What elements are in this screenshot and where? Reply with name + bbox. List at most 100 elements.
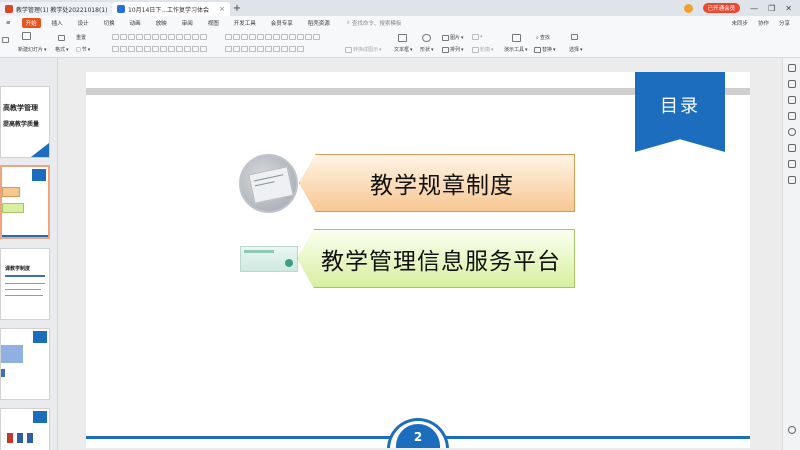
replace-button[interactable]: 替换 ▾ (534, 46, 556, 53)
arrange-button[interactable]: 排列 ▾ (442, 46, 464, 53)
toc-item-platform[interactable]: 教学管理信息服务平台 (297, 229, 575, 288)
design-icon[interactable] (788, 96, 796, 104)
menu-member[interactable]: 会员专享 (267, 18, 297, 28)
thumbnail-ribbon (33, 411, 47, 423)
right-sidebar (782, 58, 800, 450)
thumbnail-image (7, 433, 13, 443)
help-icon[interactable] (788, 128, 796, 136)
toc-item-rules[interactable]: 教学规章制度 (299, 154, 575, 212)
picture-button[interactable]: 图片 ▾ (442, 34, 464, 41)
paste-icon (2, 37, 9, 43)
slide-title[interactable]: 目录 (635, 92, 725, 118)
new-slide-button[interactable]: 新建幻灯片 ▾ (18, 46, 47, 54)
convert-smartart-button[interactable]: 转换成图示 ▾ (345, 46, 382, 53)
search-placeholder: 查找命令、搜索模板 (351, 21, 402, 27)
menu-insert[interactable]: 插入 (48, 18, 67, 28)
shape-icon[interactable] (422, 34, 431, 42)
vip-button[interactable]: 已开通会员 (702, 3, 741, 13)
thumbnail-box (2, 203, 24, 213)
menu-view[interactable]: 视图 (204, 18, 223, 28)
thumbnail-line (5, 283, 45, 284)
animation-pane-icon[interactable] (788, 80, 796, 88)
maximize-icon[interactable]: ❐ (768, 4, 775, 13)
menu-docer[interactable]: 稻壳资源 (304, 18, 334, 28)
section-button[interactable]: □ 节 ▾ (76, 46, 90, 54)
zoom-icon[interactable] (788, 426, 796, 434)
properties-icon[interactable] (788, 64, 796, 72)
location-icon[interactable] (788, 176, 796, 184)
thumbnail-decoration (31, 143, 49, 157)
platform-screenshot-image[interactable] (240, 246, 298, 272)
find-button[interactable]: ⌕ 查找 (536, 34, 550, 42)
tab-bar: 教学管理(1) 教学处20221018(1) × 10月14日下...工作复学习… (0, 0, 800, 16)
ribbon-toolbar: 新建幻灯片 ▾ 格式 ▾ 重置 □ 节 ▾ 转换成图示 ▾ 文本框 ▾ 形状 ▾ 图片 ▾ 排列… (0, 30, 800, 58)
font-controls[interactable] (112, 34, 207, 40)
wps-presentation-icon (5, 5, 13, 13)
sync-status[interactable]: 未同步 (731, 19, 748, 27)
shape-button[interactable]: 形状 ▾ (420, 46, 434, 54)
menu-developer[interactable]: 开发工具 (230, 18, 260, 28)
thumbnail-line (5, 295, 43, 296)
slide-canvas[interactable]: 目录 教学规章制度 教学管理信息服务平台 2 (86, 72, 750, 448)
hamburger-menu-icon[interactable]: ≡ (2, 19, 15, 27)
fill-button[interactable]: ▾ (472, 34, 483, 40)
thumbnail-image (1, 369, 5, 377)
slide-thumbnail-3[interactable]: 课教学制度 (0, 248, 50, 320)
search-icon: ⌕ (536, 34, 539, 41)
new-slide-icon[interactable] (22, 32, 31, 40)
more-icon[interactable] (788, 160, 796, 168)
style-icon[interactable] (788, 112, 796, 120)
collaborate-button[interactable]: 协作 (758, 19, 769, 27)
rules-document-image[interactable] (239, 154, 298, 213)
select-icon[interactable] (571, 34, 578, 40)
avatar[interactable] (683, 3, 693, 13)
textbox-icon[interactable] (398, 34, 407, 42)
search-icon: ⌕ (346, 19, 350, 26)
format-button[interactable]: 格式 ▾ (55, 46, 69, 54)
thumbnail-text: 提高教学质量 (3, 121, 40, 128)
section-icon: □ (76, 46, 81, 53)
paste-button[interactable] (2, 37, 9, 43)
outline-button[interactable]: 轮廓 ▾ (472, 46, 494, 53)
menu-review[interactable]: 审阅 (178, 18, 197, 28)
reset-button[interactable]: 重置 (76, 34, 86, 41)
minimize-icon[interactable]: — (750, 4, 758, 13)
menu-start[interactable]: 开始 (21, 18, 41, 28)
document-tab-2[interactable]: 10月14日下...工作复学习体会 × (112, 2, 230, 16)
menu-design[interactable]: 设计 (74, 18, 93, 28)
thumbnail-text: 课教学制度 (5, 266, 31, 272)
font-format-controls[interactable] (112, 46, 207, 52)
thumbnail-image (27, 433, 33, 443)
thumbnail-box (2, 187, 20, 197)
wps-writer-icon (117, 5, 125, 13)
format-icon[interactable] (58, 35, 65, 41)
settings-icon[interactable] (788, 144, 796, 152)
new-tab-button[interactable]: + (230, 3, 244, 14)
slide-thumbnail-panel[interactable]: 高教学管理 提高教学质量 课教学制度 (0, 58, 58, 450)
textbox-button[interactable]: 文本框 ▾ (394, 46, 413, 54)
menu-animation[interactable]: 动画 (126, 18, 145, 28)
window-controls: 已开通会员 — ❐ ✕ (683, 3, 800, 13)
share-button[interactable]: 分享 (779, 19, 790, 27)
thumbnail-line (2, 235, 48, 237)
paragraph-controls[interactable] (225, 34, 320, 40)
select-button[interactable]: 选择 ▾ (569, 46, 583, 54)
thumbnail-image (1, 345, 23, 363)
slide-thumbnail-5[interactable] (0, 408, 50, 450)
command-search[interactable]: ⌕ 查找命令、搜索模板 (346, 19, 402, 28)
close-window-icon[interactable]: ✕ (785, 4, 792, 13)
presenter-tools-icon[interactable] (512, 34, 521, 42)
menu-transition[interactable]: 切换 (100, 18, 119, 28)
menu-slideshow[interactable]: 放映 (152, 18, 171, 28)
thumbnail-image (17, 433, 23, 443)
presenter-tools-button[interactable]: 演示工具 ▾ (504, 46, 528, 54)
tab-label: 10月14日下...工作复学习体会 (128, 6, 209, 14)
thumbnail-line (5, 289, 41, 290)
close-icon[interactable]: × (219, 5, 225, 13)
slide-thumbnail-1[interactable]: 高教学管理 提高教学质量 (0, 86, 50, 158)
slide-thumbnail-4[interactable] (0, 328, 50, 400)
alignment-controls[interactable] (225, 46, 304, 52)
slide-thumbnail-2[interactable] (0, 165, 50, 239)
thumbnail-ribbon (33, 331, 47, 343)
document-tab-1[interactable]: 教学管理(1) 教学处20221018(1) × (0, 2, 112, 16)
